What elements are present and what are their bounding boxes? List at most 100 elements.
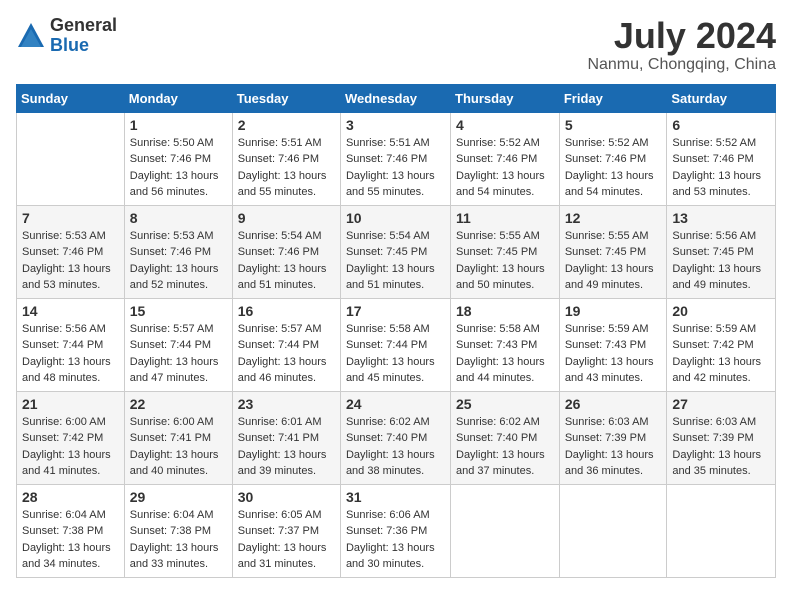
day-info: Sunrise: 6:04 AMSunset: 7:38 PMDaylight:… [130, 507, 227, 573]
calendar-cell: 29 Sunrise: 6:04 AMSunset: 7:38 PMDayligh… [124, 484, 232, 577]
page-header: General Blue July 2024 Nanmu, Chongqing,… [16, 16, 776, 74]
calendar-cell: 9 Sunrise: 5:54 AMSunset: 7:46 PMDaylight… [232, 205, 340, 298]
day-number: 31 [346, 489, 445, 505]
calendar-cell: 13 Sunrise: 5:56 AMSunset: 7:45 PMDayligh… [667, 205, 776, 298]
calendar-week-row: 28 Sunrise: 6:04 AMSunset: 7:38 PMDayligh… [17, 484, 776, 577]
calendar-cell: 11 Sunrise: 5:55 AMSunset: 7:45 PMDayligh… [451, 205, 560, 298]
day-number: 7 [22, 210, 119, 226]
day-number: 30 [238, 489, 335, 505]
logo-text: General Blue [50, 16, 117, 56]
col-friday: Friday [559, 84, 667, 112]
day-number: 28 [22, 489, 119, 505]
day-info: Sunrise: 5:54 AMSunset: 7:46 PMDaylight:… [238, 228, 335, 294]
day-number: 1 [130, 117, 227, 133]
header-row: Sunday Monday Tuesday Wednesday Thursday… [17, 84, 776, 112]
calendar-cell [17, 112, 125, 205]
calendar-cell: 26Sunrise: 6:03 AMSunset: 7:39 PMDayligh… [559, 391, 667, 484]
day-info: Sunrise: 5:59 AMSunset: 7:43 PMDaylight:… [565, 321, 662, 387]
calendar-cell: 28Sunrise: 6:04 AMSunset: 7:38 PMDayligh… [17, 484, 125, 577]
day-info: Sunrise: 5:57 AMSunset: 7:44 PMDaylight:… [238, 321, 335, 387]
month-year-title: July 2024 [587, 16, 776, 56]
day-info: Sunrise: 5:58 AMSunset: 7:43 PMDaylight:… [456, 321, 554, 387]
calendar-cell: 1 Sunrise: 5:50 AMSunset: 7:46 PMDaylight… [124, 112, 232, 205]
calendar-table: Sunday Monday Tuesday Wednesday Thursday… [16, 84, 776, 578]
calendar-week-row: 21Sunrise: 6:00 AMSunset: 7:42 PMDayligh… [17, 391, 776, 484]
day-info: Sunrise: 5:51 AMSunset: 7:46 PMDaylight:… [238, 135, 335, 201]
calendar-cell: 18 Sunrise: 5:58 AMSunset: 7:43 PMDayligh… [451, 298, 560, 391]
day-info: Sunrise: 5:56 AMSunset: 7:45 PMDaylight:… [672, 228, 770, 294]
day-info: Sunrise: 5:55 AMSunset: 7:45 PMDaylight:… [565, 228, 662, 294]
day-info: Sunrise: 5:53 AMSunset: 7:46 PMDaylight:… [130, 228, 227, 294]
calendar-week-row: 1 Sunrise: 5:50 AMSunset: 7:46 PMDaylight… [17, 112, 776, 205]
calendar-cell: 6Sunrise: 5:52 AMSunset: 7:46 PMDaylight… [667, 112, 776, 205]
day-info: Sunrise: 5:58 AMSunset: 7:44 PMDaylight:… [346, 321, 445, 387]
calendar-cell: 23Sunrise: 6:01 AMSunset: 7:41 PMDayligh… [232, 391, 340, 484]
calendar-cell: 5 Sunrise: 5:52 AMSunset: 7:46 PMDaylight… [559, 112, 667, 205]
calendar-cell [559, 484, 667, 577]
logo-blue: Blue [50, 36, 117, 56]
day-info: Sunrise: 5:57 AMSunset: 7:44 PMDaylight:… [130, 321, 227, 387]
day-number: 3 [346, 117, 445, 133]
calendar-cell: 12 Sunrise: 5:55 AMSunset: 7:45 PMDayligh… [559, 205, 667, 298]
calendar-cell: 4 Sunrise: 5:52 AMSunset: 7:46 PMDaylight… [451, 112, 560, 205]
calendar-cell: 8Sunrise: 5:53 AMSunset: 7:46 PMDaylight… [124, 205, 232, 298]
location-subtitle: Nanmu, Chongqing, China [587, 56, 776, 74]
day-info: Sunrise: 5:55 AMSunset: 7:45 PMDaylight:… [456, 228, 554, 294]
calendar-cell: 21Sunrise: 6:00 AMSunset: 7:42 PMDayligh… [17, 391, 125, 484]
calendar-cell: 19Sunrise: 5:59 AMSunset: 7:43 PMDayligh… [559, 298, 667, 391]
calendar-week-row: 7 Sunrise: 5:53 AMSunset: 7:46 PMDaylight… [17, 205, 776, 298]
calendar-cell: 7 Sunrise: 5:53 AMSunset: 7:46 PMDaylight… [17, 205, 125, 298]
col-tuesday: Tuesday [232, 84, 340, 112]
day-number: 23 [238, 396, 335, 412]
day-number: 25 [456, 396, 554, 412]
calendar-cell: 2 Sunrise: 5:51 AMSunset: 7:46 PMDaylight… [232, 112, 340, 205]
calendar-cell: 31 Sunrise: 6:06 AMSunset: 7:36 PMDayligh… [340, 484, 450, 577]
day-number: 27 [672, 396, 770, 412]
calendar-cell: 15 Sunrise: 5:57 AMSunset: 7:44 PMDayligh… [124, 298, 232, 391]
day-number: 5 [565, 117, 662, 133]
calendar-cell: 24Sunrise: 6:02 AMSunset: 7:40 PMDayligh… [340, 391, 450, 484]
col-thursday: Thursday [451, 84, 560, 112]
col-monday: Monday [124, 84, 232, 112]
day-number: 18 [456, 303, 554, 319]
calendar-cell: 16 Sunrise: 5:57 AMSunset: 7:44 PMDayligh… [232, 298, 340, 391]
day-number: 12 [565, 210, 662, 226]
calendar-cell: 10Sunrise: 5:54 AMSunset: 7:45 PMDayligh… [340, 205, 450, 298]
calendar-cell: 25 Sunrise: 6:02 AMSunset: 7:40 PMDayligh… [451, 391, 560, 484]
day-info: Sunrise: 5:52 AMSunset: 7:46 PMDaylight:… [456, 135, 554, 201]
col-sunday: Sunday [17, 84, 125, 112]
col-wednesday: Wednesday [340, 84, 450, 112]
day-number: 4 [456, 117, 554, 133]
day-number: 6 [672, 117, 770, 133]
day-number: 13 [672, 210, 770, 226]
day-number: 26 [565, 396, 662, 412]
day-info: Sunrise: 5:52 AMSunset: 7:46 PMDaylight:… [565, 135, 662, 201]
title-block: July 2024 Nanmu, Chongqing, China [587, 16, 776, 74]
day-number: 14 [22, 303, 119, 319]
day-number: 21 [22, 396, 119, 412]
day-info: Sunrise: 6:05 AMSunset: 7:37 PMDaylight:… [238, 507, 335, 573]
logo-general: General [50, 16, 117, 36]
day-number: 15 [130, 303, 227, 319]
day-info: Sunrise: 5:53 AMSunset: 7:46 PMDaylight:… [22, 228, 119, 294]
day-info: Sunrise: 5:56 AMSunset: 7:44 PMDaylight:… [22, 321, 119, 387]
day-info: Sunrise: 5:50 AMSunset: 7:46 PMDaylight:… [130, 135, 227, 201]
calendar-week-row: 14 Sunrise: 5:56 AMSunset: 7:44 PMDayligh… [17, 298, 776, 391]
day-info: Sunrise: 6:02 AMSunset: 7:40 PMDaylight:… [456, 414, 554, 480]
day-info: Sunrise: 6:00 AMSunset: 7:41 PMDaylight:… [130, 414, 227, 480]
day-number: 9 [238, 210, 335, 226]
calendar-cell: 3 Sunrise: 5:51 AMSunset: 7:46 PMDaylight… [340, 112, 450, 205]
calendar-cell [667, 484, 776, 577]
calendar-cell: 27Sunrise: 6:03 AMSunset: 7:39 PMDayligh… [667, 391, 776, 484]
calendar-cell: 17Sunrise: 5:58 AMSunset: 7:44 PMDayligh… [340, 298, 450, 391]
day-info: Sunrise: 6:02 AMSunset: 7:40 PMDaylight:… [346, 414, 445, 480]
day-number: 20 [672, 303, 770, 319]
day-number: 29 [130, 489, 227, 505]
day-number: 2 [238, 117, 335, 133]
day-info: Sunrise: 6:06 AMSunset: 7:36 PMDaylight:… [346, 507, 445, 573]
day-number: 16 [238, 303, 335, 319]
day-info: Sunrise: 5:51 AMSunset: 7:46 PMDaylight:… [346, 135, 445, 201]
calendar-cell: 30 Sunrise: 6:05 AMSunset: 7:37 PMDayligh… [232, 484, 340, 577]
day-number: 11 [456, 210, 554, 226]
logo-icon [16, 21, 46, 51]
